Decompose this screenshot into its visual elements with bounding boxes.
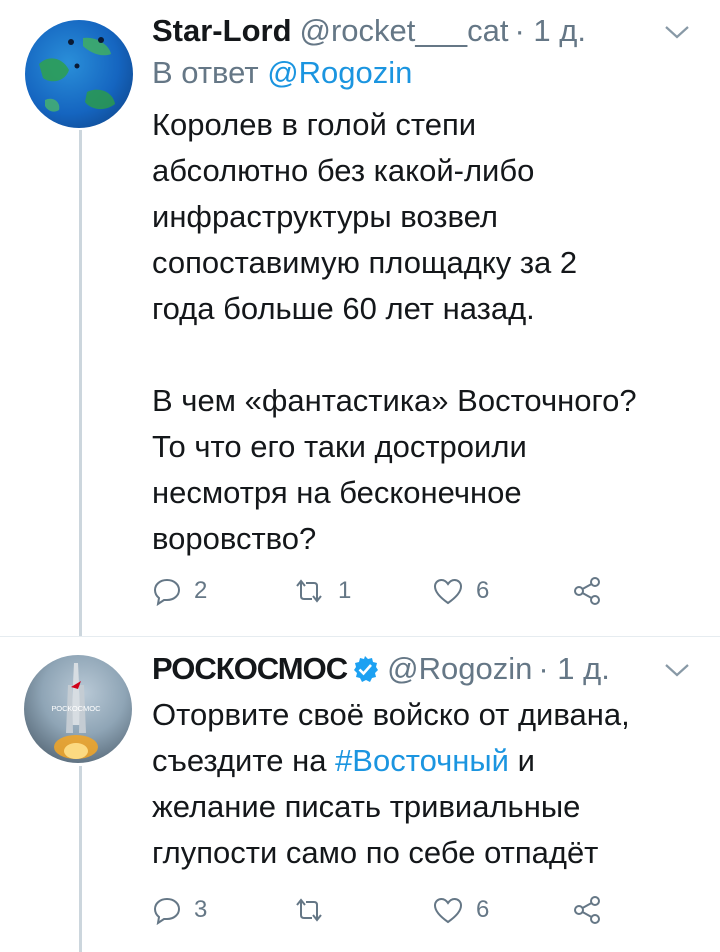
reply-count: 2 <box>194 577 208 604</box>
tweet-header: РОСКОСМОС @Rogozin · 1 д. <box>152 648 700 690</box>
tweet[interactable]: Star-Lord @rocket___cat · 1 д. В ответ @… <box>152 10 700 562</box>
reply-mention-link[interactable]: @Rogozin <box>267 55 412 90</box>
reply-prefix: В ответ <box>152 55 259 90</box>
verified-badge-icon <box>354 656 379 682</box>
handle[interactable]: @rocket___cat <box>300 10 509 52</box>
retweet-count: 1 <box>338 577 352 604</box>
share-icon <box>574 896 600 924</box>
retweet-icon <box>296 898 322 922</box>
like-count: 6 <box>476 896 490 923</box>
reply-button[interactable]: 2 <box>152 576 292 606</box>
display-name[interactable]: РОСКОСМОС <box>152 648 348 690</box>
like-icon <box>433 578 463 605</box>
retweet-button[interactable] <box>292 895 432 925</box>
like-button[interactable]: 6 <box>432 576 572 606</box>
tweet-header: Star-Lord @rocket___cat · 1 д. <box>152 10 700 52</box>
tweet-divider <box>0 636 720 637</box>
share-button[interactable] <box>572 895 614 925</box>
reply-context: В ответ @Rogozin <box>152 52 700 94</box>
reply-icon <box>153 578 181 606</box>
display-name[interactable]: Star-Lord <box>152 10 292 52</box>
avatar-caption: РОСКОСМОС <box>51 704 101 713</box>
chevron-down-icon[interactable] <box>664 662 690 678</box>
reply-count: 3 <box>194 896 208 923</box>
like-icon <box>433 897 463 924</box>
share-icon <box>574 577 600 605</box>
thread-line-bottom <box>79 766 82 952</box>
tweet-actions: 2 1 6 <box>152 576 614 606</box>
like-count: 6 <box>476 577 490 604</box>
tweet-text: Королев в голой степи абсолютно без како… <box>152 107 637 556</box>
avatar[interactable] <box>25 20 133 128</box>
retweet-button[interactable]: 1 <box>292 576 432 606</box>
avatar[interactable]: РОСКОСМОС <box>24 655 132 763</box>
share-button[interactable] <box>572 576 614 606</box>
tweet[interactable]: РОСКОСМОС @Rogozin · 1 д. Оторвите своё … <box>152 648 700 876</box>
tweet-actions: 3 6 <box>152 895 614 925</box>
retweet-icon <box>296 579 322 603</box>
like-button[interactable]: 6 <box>432 895 572 925</box>
handle[interactable]: @Rogozin <box>387 648 532 690</box>
thread-line-top <box>79 130 82 636</box>
hashtag-link[interactable]: #Восточный <box>335 743 509 778</box>
timestamp[interactable]: · 1 д. <box>538 648 610 690</box>
chevron-down-icon[interactable] <box>664 24 690 40</box>
reply-icon <box>153 897 181 925</box>
reply-button[interactable]: 3 <box>152 895 292 925</box>
timestamp[interactable]: · 1 д. <box>514 10 586 52</box>
tweet-text: Оторвите своё войско от дивана, съездите… <box>152 692 700 876</box>
